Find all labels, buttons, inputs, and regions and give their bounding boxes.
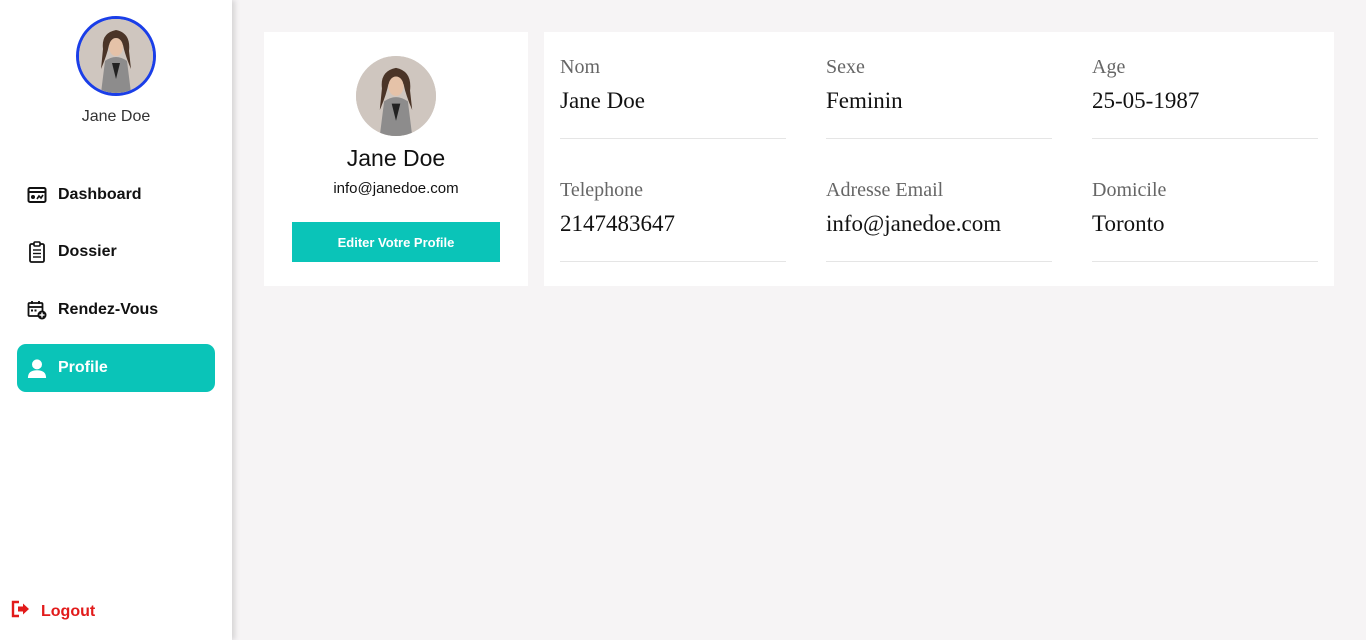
field-adresse-email: Adresse Email info@janedoe.com <box>826 155 1052 262</box>
field-label: Nom <box>560 56 600 78</box>
avatar-photo <box>79 19 153 93</box>
nav-label: Dashboard <box>58 186 142 203</box>
sidebar-user-name: Jane Doe <box>81 108 151 125</box>
dashboard-icon <box>27 185 47 205</box>
field-value: 25-05-1987 <box>1092 88 1200 113</box>
field-value: Feminin <box>826 88 903 113</box>
nav-label: Rendez-Vous <box>58 301 159 318</box>
nav-item-profile[interactable]: Profile <box>17 344 215 392</box>
profile-card: Jane Doe info@janedoe.com Editer Votre P… <box>264 32 528 286</box>
nav-label: Profile <box>58 359 108 376</box>
profile-email: info@janedoe.com <box>333 180 459 197</box>
field-nom: Nom Jane Doe <box>560 32 786 139</box>
logout-icon <box>11 600 31 623</box>
nav-label: Dossier <box>58 243 117 260</box>
field-label: Age <box>1092 56 1126 78</box>
avatar-photo <box>356 56 436 136</box>
field-value: Toronto <box>1092 211 1165 236</box>
field-label: Adresse Email <box>826 179 944 201</box>
field-value: 2147483647 <box>560 211 675 236</box>
profile-details-card: Nom Jane Doe Sexe Feminin Age 25-05-1987… <box>544 32 1334 286</box>
field-value: info@janedoe.com <box>826 211 1002 236</box>
sidebar-avatar[interactable] <box>76 16 156 96</box>
calendar-icon <box>27 300 47 320</box>
nav-item-dossier[interactable]: Dossier <box>17 228 215 276</box>
logout-label: Logout <box>41 602 96 620</box>
field-label: Domicile <box>1092 179 1167 201</box>
field-sexe: Sexe Feminin <box>826 32 1052 139</box>
field-label: Telephone <box>560 179 644 201</box>
profile-name: Jane Doe <box>346 145 446 171</box>
nav-item-rendez-vous[interactable]: Rendez-Vous <box>17 286 215 334</box>
profile-avatar <box>356 56 436 136</box>
sidebar: Jane Doe Dashboard Dossier Rendez-Vous P… <box>0 0 232 640</box>
clipboard-icon <box>27 241 47 263</box>
field-telephone: Telephone 2147483647 <box>560 155 786 262</box>
field-label: Sexe <box>826 56 865 78</box>
logout-button[interactable]: Logout <box>11 600 95 623</box>
user-icon <box>27 358 47 378</box>
nav-item-dashboard[interactable]: Dashboard <box>17 171 215 219</box>
field-domicile: Domicile Toronto <box>1092 155 1318 262</box>
field-value: Jane Doe <box>560 88 645 113</box>
field-age: Age 25-05-1987 <box>1092 32 1318 139</box>
edit-profile-button[interactable]: Editer Votre Profile <box>292 222 500 262</box>
